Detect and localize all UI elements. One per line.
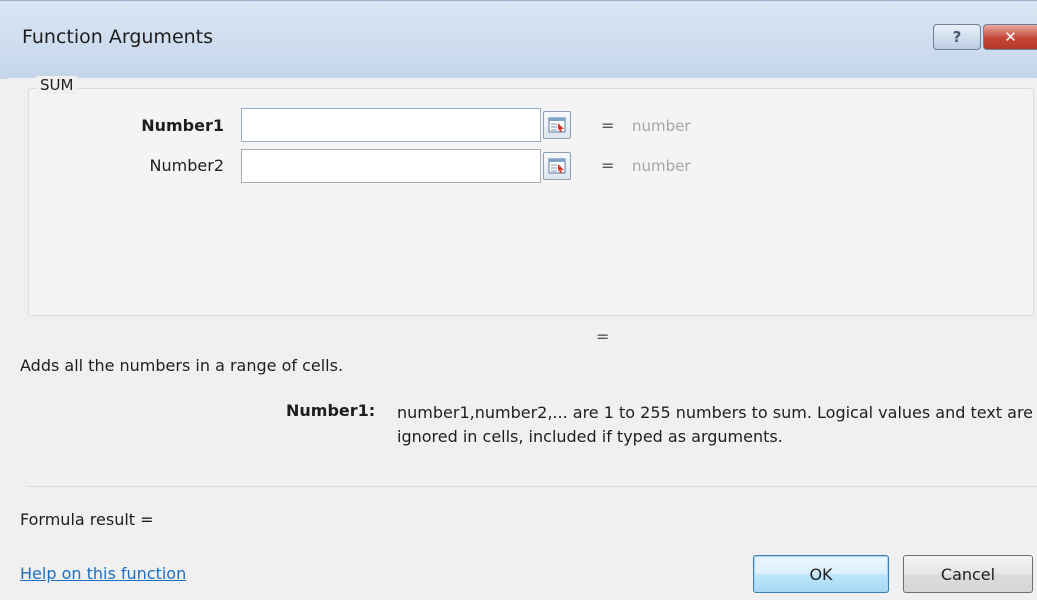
help-on-function-link[interactable]: Help on this function — [20, 564, 186, 583]
close-button[interactable]: ✕ — [983, 24, 1037, 50]
cancel-button[interactable]: Cancel — [903, 555, 1033, 593]
collapse-dialog-icon — [548, 158, 566, 174]
function-name: SUM — [36, 76, 78, 94]
argument-help-name: Number1: — [286, 401, 376, 420]
function-result-equals: = — [596, 327, 610, 346]
argument-help-text: number1,number2,... are 1 to 255 numbers… — [397, 403, 1034, 446]
number2-collapse-button[interactable] — [543, 152, 571, 180]
collapse-dialog-icon — [548, 117, 566, 133]
question-mark-icon: ? — [952, 28, 962, 46]
help-button[interactable]: ? — [933, 24, 981, 50]
function-description: Adds all the numbers in a range of cells… — [20, 356, 344, 375]
ok-button[interactable]: OK — [753, 555, 889, 593]
separator — [26, 486, 1037, 487]
window-title: Function Arguments — [22, 26, 214, 48]
number1-label: Number1 — [141, 116, 224, 135]
number2-label: Number2 — [149, 156, 224, 175]
number1-collapse-button[interactable] — [543, 111, 571, 139]
number1-equals: = — [601, 116, 615, 135]
number2-preview: number — [632, 157, 691, 175]
formula-result-label: Formula result = — [20, 510, 154, 529]
number1-input[interactable] — [241, 108, 541, 142]
number1-preview: number — [632, 117, 691, 135]
close-icon: ✕ — [1004, 28, 1017, 46]
number2-equals: = — [601, 156, 615, 175]
number2-input[interactable] — [241, 149, 541, 183]
